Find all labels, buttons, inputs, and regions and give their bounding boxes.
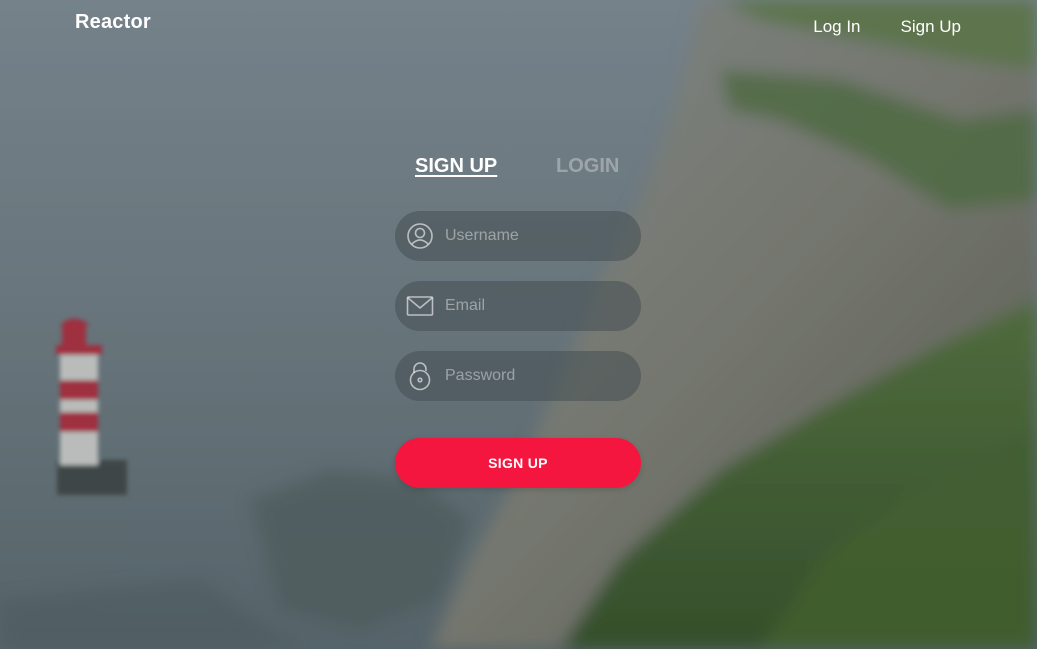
brand-logo[interactable]: Reactor: [75, 11, 151, 34]
lock-icon: [405, 361, 435, 391]
signup-link[interactable]: Sign Up: [901, 17, 961, 37]
password-input[interactable]: [445, 367, 625, 385]
email-input[interactable]: [445, 297, 625, 315]
email-field[interactable]: [395, 281, 641, 331]
username-field[interactable]: [395, 211, 641, 261]
password-field[interactable]: [395, 351, 641, 401]
user-icon: [405, 221, 435, 251]
tab-signup[interactable]: SIGN UP: [415, 155, 497, 178]
top-nav: Log In Sign Up: [813, 17, 961, 37]
tab-login[interactable]: LOGIN: [556, 155, 619, 178]
auth-tabs: SIGN UP LOGIN: [415, 155, 635, 181]
signup-submit-button[interactable]: SIGN UP: [395, 438, 641, 488]
envelope-icon: [405, 291, 435, 321]
username-input[interactable]: [445, 227, 625, 245]
login-link[interactable]: Log In: [813, 17, 860, 37]
